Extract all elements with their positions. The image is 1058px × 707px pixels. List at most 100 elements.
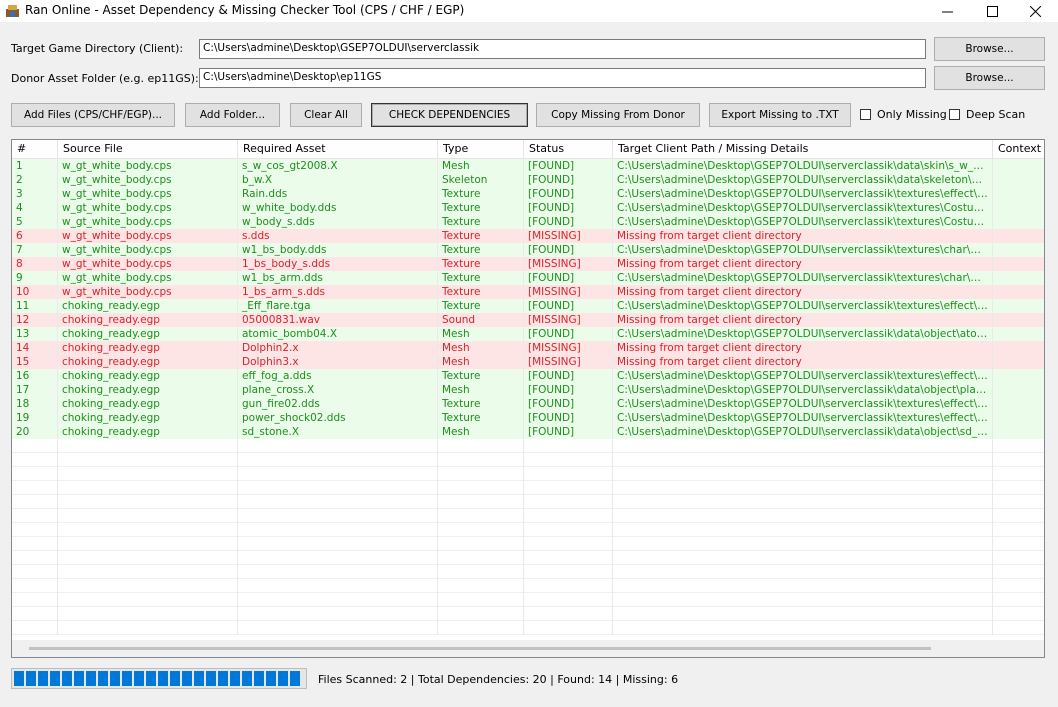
empty-cell — [12, 565, 58, 579]
table-row[interactable]: 10 w_gt_white_body.cps 1_bs_arm_s.dds Textu… — [12, 285, 1044, 299]
table-row[interactable]: 9 w_gt_white_body.cps w1_bs_arm.dds Texture… — [12, 271, 1044, 285]
progress-bar — [11, 668, 307, 689]
table-cell — [993, 425, 1044, 439]
column-header-path[interactable]: Target Client Path / Missing Details — [613, 140, 993, 158]
export-missing-button[interactable]: Export Missing to .TXT — [709, 103, 851, 127]
empty-cell — [524, 481, 613, 495]
table-cell: sd_stone.X — [238, 425, 438, 439]
progress-segment — [158, 671, 168, 686]
column-header-context[interactable]: Context / — [993, 140, 1044, 158]
table-row[interactable]: 17 choking_ready.egp plane_cross.X Mesh [FOU… — [12, 383, 1044, 397]
table-row[interactable]: 5 w_gt_white_body.cps w_body_s.dds Texture[… — [12, 215, 1044, 229]
table-cell: choking_ready.egp — [58, 383, 238, 397]
table-row[interactable]: 7 w_gt_white_body.cps w1_bs_body.dds Textur… — [12, 243, 1044, 257]
empty-cell — [238, 481, 438, 495]
empty-cell — [613, 537, 993, 551]
table-cell: 13 — [12, 327, 58, 341]
progress-segment — [110, 671, 120, 686]
column-header-number[interactable]: # — [12, 140, 58, 158]
check-dependencies-button[interactable]: CHECK DEPENDENCIES — [371, 103, 528, 127]
empty-row — [12, 565, 1044, 579]
table-row[interactable]: 12 choking_ready.egp 05000831.wav Sound [MIS… — [12, 313, 1044, 327]
table-cell: w1_bs_body.dds — [238, 243, 438, 257]
horizontal-scrollbar[interactable] — [12, 640, 1044, 657]
table-row[interactable]: 19 choking_ready.egp power_shock02.dds Text… — [12, 411, 1044, 425]
table-cell — [993, 299, 1044, 313]
empty-cell — [438, 495, 524, 509]
table-cell: 14 — [12, 341, 58, 355]
empty-cell — [613, 467, 993, 481]
results-list[interactable]: # Source File Required Asset Type Status… — [11, 139, 1045, 658]
empty-cell — [58, 593, 238, 607]
scrollbar-thumb[interactable] — [29, 647, 931, 650]
empty-cell — [438, 467, 524, 481]
table-row[interactable]: 13 choking_ready.egp atomic_bomb04.X Mesh [F… — [12, 327, 1044, 341]
empty-cell — [993, 579, 1044, 593]
progress-fill — [14, 671, 300, 686]
progress-segment — [290, 671, 300, 686]
table-cell: Dolphin3.x — [238, 355, 438, 369]
minimize-button[interactable] — [924, 0, 970, 22]
close-button[interactable] — [1012, 0, 1058, 22]
deep-scan-checkbox[interactable]: Deep Scan — [949, 108, 1025, 121]
table-cell: Texture — [438, 271, 524, 285]
column-header-status[interactable]: Status — [524, 140, 613, 158]
column-header-type[interactable]: Type — [438, 140, 524, 158]
donor-folder-field[interactable]: C:\Users\admine\Desktop\ep11GS — [199, 68, 926, 88]
browse-donor-button[interactable]: Browse... — [934, 66, 1045, 90]
empty-row — [12, 495, 1044, 509]
table-cell: choking_ready.egp — [58, 355, 238, 369]
empty-cell — [613, 481, 993, 495]
checkbox-box[interactable] — [949, 109, 960, 120]
column-header-source-file[interactable]: Source File — [58, 140, 238, 158]
table-cell: 4 — [12, 201, 58, 215]
progress-segment — [194, 671, 204, 686]
empty-cell — [613, 593, 993, 607]
target-directory-field[interactable]: C:\Users\admine\Desktop\GSEP7OLDUI\serve… — [199, 39, 926, 59]
copy-missing-button[interactable]: Copy Missing From Donor — [536, 103, 700, 127]
maximize-button[interactable] — [969, 0, 1015, 22]
progress-segment — [122, 671, 132, 686]
table-row[interactable]: 18 choking_ready.egp gun_fire02.dds Texture… — [12, 397, 1044, 411]
table-row[interactable]: 14 choking_ready.egp Dolphin2.x Mesh [MISSIN… — [12, 341, 1044, 355]
progress-segment — [182, 671, 192, 686]
empty-cell — [993, 495, 1044, 509]
empty-cell — [438, 537, 524, 551]
table-cell: 5 — [12, 215, 58, 229]
empty-row — [12, 453, 1044, 467]
table-row[interactable]: 16 choking_ready.egp eff_fog_a.dds Texture[… — [12, 369, 1044, 383]
empty-cell — [238, 453, 438, 467]
table-cell: 19 — [12, 411, 58, 425]
empty-cell — [524, 495, 613, 509]
empty-cell — [12, 495, 58, 509]
clear-all-button[interactable]: Clear All — [290, 103, 362, 127]
column-header-required-asset[interactable]: Required Asset — [238, 140, 438, 158]
table-row[interactable]: 20 choking_ready.egp sd_stone.X Mesh [FOUND]… — [12, 425, 1044, 439]
progress-segment — [38, 671, 48, 686]
progress-segment — [134, 671, 144, 686]
table-row[interactable]: 6 w_gt_white_body.cps s.dds Texture [MISSING… — [12, 229, 1044, 243]
empty-cell — [12, 551, 58, 565]
empty-cell — [58, 565, 238, 579]
table-cell: 17 — [12, 383, 58, 397]
table-row[interactable]: 2 w_gt_white_body.cps b_w.X Skeleton [FOUND]… — [12, 173, 1044, 187]
browse-target-button[interactable]: Browse... — [934, 37, 1045, 61]
table-cell: [FOUND] — [524, 173, 613, 187]
table-row[interactable]: 3 w_gt_white_body.cps Rain.dds Texture [FOUN… — [12, 187, 1044, 201]
table-cell: Missing from target client directory — [613, 285, 993, 299]
table-cell: 7 — [12, 243, 58, 257]
table-row[interactable]: 8 w_gt_white_body.cps 1_bs_body_s.dds Textu… — [12, 257, 1044, 271]
empty-cell — [12, 467, 58, 481]
table-row[interactable]: 11 choking_ready.egp _Eff_flare.tga Texture… — [12, 299, 1044, 313]
table-cell: Missing from target client directory — [613, 355, 993, 369]
checkbox-box[interactable] — [860, 109, 871, 120]
add-files-button[interactable]: Add Files (CPS/CHF/EGP)... — [11, 103, 175, 127]
table-cell: Skeleton — [438, 173, 524, 187]
table-row[interactable]: 4 w_gt_white_body.cps w_white_body.dds Text… — [12, 201, 1044, 215]
only-missing-checkbox[interactable]: Only Missing — [860, 108, 947, 121]
maximize-icon — [986, 5, 998, 17]
add-folder-button[interactable]: Add Folder... — [185, 103, 280, 127]
table-row[interactable]: 15 choking_ready.egp Dolphin3.x Mesh [MISSIN… — [12, 355, 1044, 369]
empty-cell — [12, 593, 58, 607]
table-row[interactable]: 1 w_gt_white_body.cps s_w_cos_gt2008.X Mesh… — [12, 159, 1044, 173]
